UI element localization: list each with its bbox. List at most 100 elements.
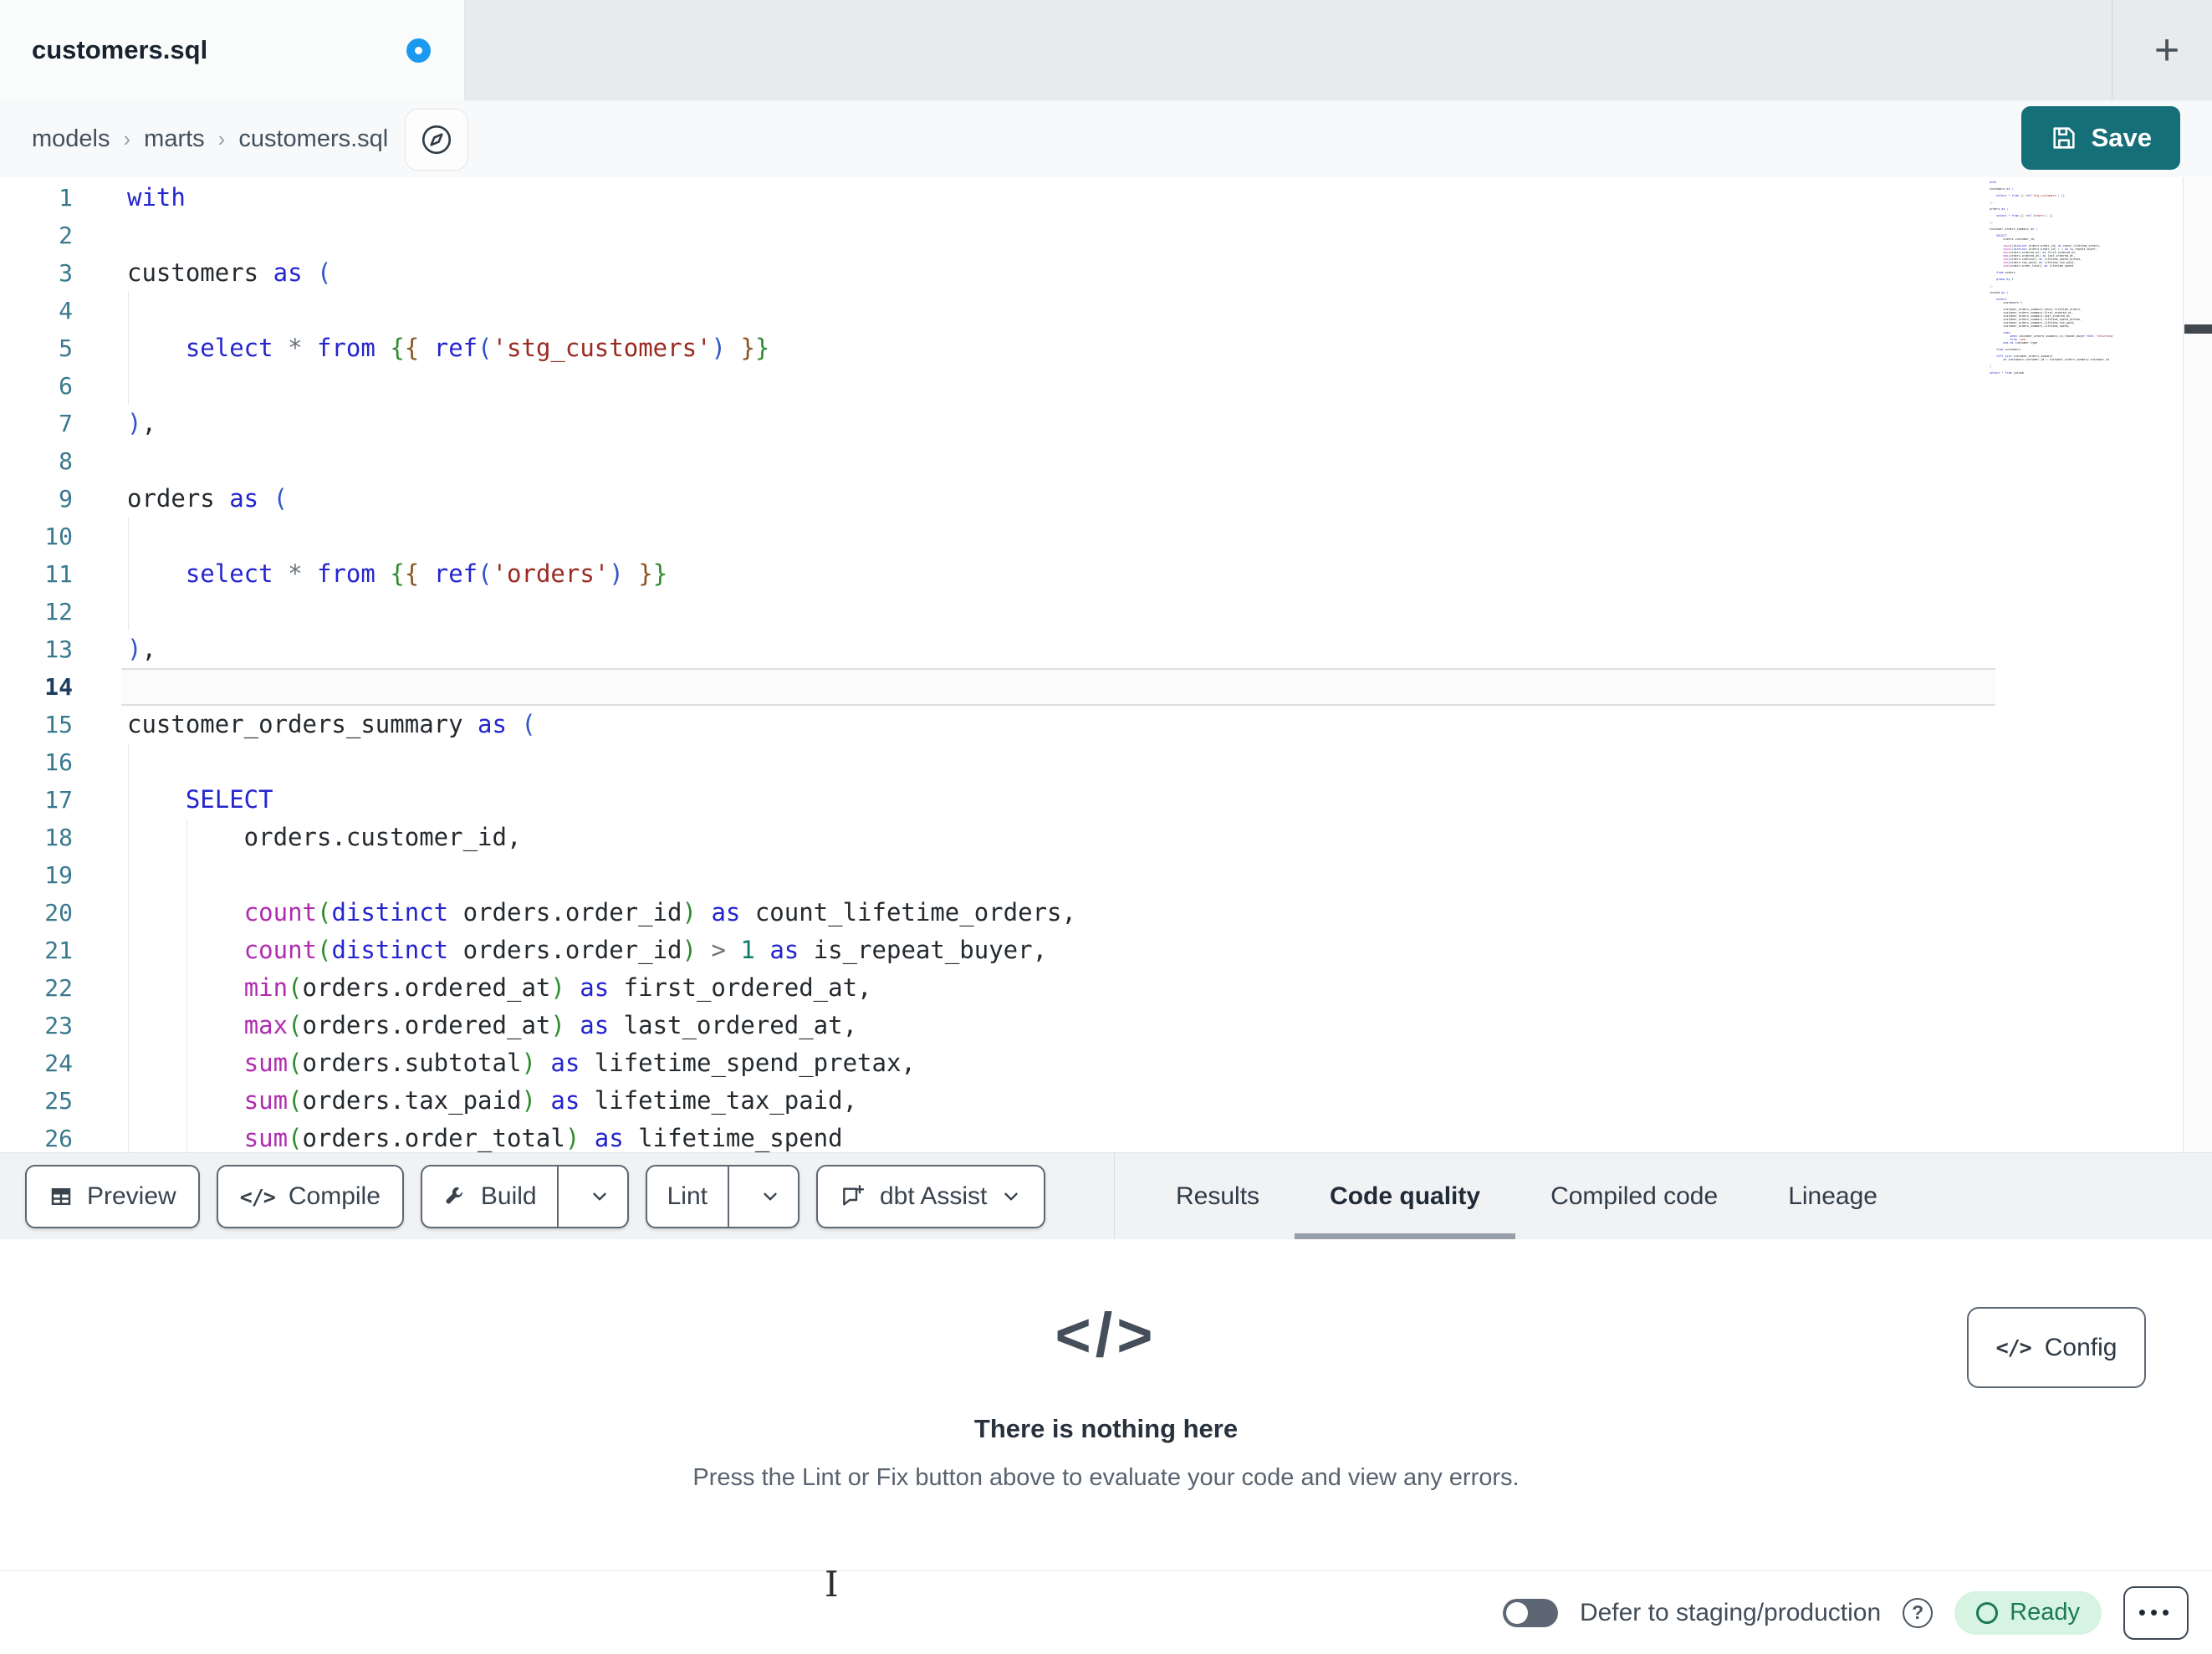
config-label: Config xyxy=(2044,1333,2117,1361)
breadcrumb-item-models[interactable]: models xyxy=(32,125,110,153)
code-line-10[interactable]: 10 xyxy=(0,518,2183,555)
config-button[interactable]: </> Config xyxy=(1967,1307,2146,1388)
line-number: 1 xyxy=(59,184,73,212)
empty-state: </> There is nothing here Press the Lint… xyxy=(0,1299,2212,1492)
code-line-16[interactable]: 16 xyxy=(0,743,2183,781)
lint-split-button: Lint xyxy=(645,1165,799,1228)
indent-guide xyxy=(186,1007,187,1044)
build-dropdown-button[interactable] xyxy=(572,1166,627,1227)
indent-guide xyxy=(128,1120,129,1152)
code-line-17[interactable]: 17 SELECT xyxy=(0,781,2183,819)
code-line-11[interactable]: 11 select * from {{ ref('orders') }} xyxy=(0,555,2183,593)
line-number: 24 xyxy=(44,1049,73,1077)
breadcrumb-item-customers-sql[interactable]: customers.sql xyxy=(238,125,388,153)
indent-guide xyxy=(186,819,187,856)
code-lines: 1 with 2 3 customers as ( 4 5 select * from {{… xyxy=(0,179,2183,1152)
code-line-24[interactable]: 24 sum(orders.subtotal) as lifetime_spen… xyxy=(0,1044,2183,1082)
indent-guide xyxy=(128,932,129,969)
code-line-3[interactable]: 3 customers as ( xyxy=(0,254,2183,292)
new-tab-button[interactable]: + xyxy=(2138,0,2196,100)
panel-tab-lineage[interactable]: Lineage xyxy=(1788,1153,1877,1240)
indent-guide xyxy=(186,1082,187,1120)
code-line-8[interactable]: 8 xyxy=(0,442,2183,480)
indent-guide xyxy=(128,1044,129,1082)
line-number: 8 xyxy=(59,447,73,475)
code-brackets-icon: </> xyxy=(239,1184,276,1209)
indent-guide xyxy=(128,819,129,856)
overflow-menu-button[interactable]: ••• xyxy=(2123,1585,2189,1640)
breadcrumb-separator: › xyxy=(217,125,226,151)
scrollbar-thumb[interactable] xyxy=(2184,324,2212,334)
code-line-20[interactable]: 20 count(distinct orders.order_id) as co… xyxy=(0,894,2183,932)
chevron-down-icon xyxy=(759,1186,781,1207)
indent-guide xyxy=(128,856,129,894)
save-button[interactable]: Save xyxy=(2020,106,2180,170)
indent-guide xyxy=(128,593,129,630)
defer-toggle[interactable] xyxy=(1502,1598,1558,1627)
panel-tab-compiled-code[interactable]: Compiled code xyxy=(1550,1153,1718,1240)
line-number: 3 xyxy=(59,259,73,287)
indent-guide xyxy=(186,856,187,894)
code-line-2[interactable]: 2 xyxy=(0,217,2183,254)
indent-guide xyxy=(186,1044,187,1082)
indent-guide xyxy=(128,894,129,932)
save-label: Save xyxy=(2091,123,2152,152)
indent-guide xyxy=(186,1120,187,1152)
code-editor[interactable]: 1 with 2 3 customers as ( 4 5 select * from {{… xyxy=(0,177,2212,1152)
line-number: 25 xyxy=(44,1087,73,1115)
lint-dropdown-button[interactable] xyxy=(743,1166,798,1227)
code-line-18[interactable]: 18 orders.customer_id, xyxy=(0,819,2183,856)
line-number: 23 xyxy=(44,1012,73,1039)
indent-guide xyxy=(128,367,129,405)
defer-label: Defer to staging/production xyxy=(1579,1598,1882,1626)
line-number: 6 xyxy=(59,372,73,400)
preview-button[interactable]: Preview xyxy=(25,1165,200,1228)
code-line-9[interactable]: 9 orders as ( xyxy=(0,480,2183,518)
code-line-15[interactable]: 15 customer_orders_summary as ( xyxy=(0,706,2183,743)
status-ring-icon xyxy=(1976,1601,1999,1624)
code-line-7[interactable]: 7), xyxy=(0,405,2183,442)
code-line-6[interactable]: 6 xyxy=(0,367,2183,405)
build-button[interactable]: Build xyxy=(422,1166,559,1227)
code-line-12[interactable]: 12 xyxy=(0,593,2183,630)
breadcrumb-item-marts[interactable]: marts xyxy=(144,125,205,153)
line-number: 4 xyxy=(59,297,73,324)
breadcrumb: models › marts › customers.sql xyxy=(32,100,388,177)
question-circle-icon[interactable]: ? xyxy=(1903,1597,1934,1628)
line-number: 5 xyxy=(59,334,73,362)
lint-button[interactable]: Lint xyxy=(647,1166,729,1227)
indent-guide xyxy=(186,932,187,969)
editor-scroll-gutter xyxy=(2183,177,2212,1152)
toolbar-buttons: Preview </> Compile Build Lint dbt Assis… xyxy=(25,1165,1046,1228)
editor-minimap[interactable]: with customers as ( select * from {{ ref(… xyxy=(1990,181,2117,381)
build-label: Build xyxy=(480,1182,537,1210)
code-line-13[interactable]: 13), xyxy=(0,630,2183,668)
code-line-25[interactable]: 25 sum(orders.tax_paid) as lifetime_tax_… xyxy=(0,1082,2183,1120)
breadcrumb-separator: › xyxy=(123,125,131,151)
compile-button[interactable]: </> Compile xyxy=(216,1165,404,1228)
panel-tab-results[interactable]: Results xyxy=(1176,1153,1259,1240)
dbt-assist-label: dbt Assist xyxy=(880,1182,988,1210)
panel-tab-code-quality[interactable]: Code quality xyxy=(1295,1153,1516,1240)
status-ready-badge[interactable]: Ready xyxy=(1954,1590,2102,1635)
line-number: 19 xyxy=(44,861,73,889)
line-number: 22 xyxy=(44,974,73,1002)
code-quality-panel: </> There is nothing here Press the Lint… xyxy=(0,1239,2212,1570)
code-line-1[interactable]: 1 with xyxy=(0,179,2183,217)
code-line-26[interactable]: 26 sum(orders.order_total) as lifetime_s… xyxy=(0,1120,2183,1152)
tab-customers-sql[interactable]: customers.sql xyxy=(0,0,465,100)
code-line-23[interactable]: 23 max(orders.ordered_at) as last_ordere… xyxy=(0,1007,2183,1044)
unsaved-changes-dot-icon xyxy=(406,38,431,63)
code-line-19[interactable]: 19 xyxy=(0,856,2183,894)
code-line-4[interactable]: 4 xyxy=(0,292,2183,329)
code-line-22[interactable]: 22 min(orders.ordered_at) as first_order… xyxy=(0,969,2183,1007)
reveal-in-file-tree-button[interactable] xyxy=(405,109,468,171)
code-line-14[interactable]: 14 xyxy=(0,668,2183,706)
dbt-assist-button[interactable]: dbt Assist xyxy=(816,1165,1046,1228)
code-line-5[interactable]: 5 select * from {{ ref('stg_customers') … xyxy=(0,329,2183,367)
result-panel-tabs: Results Code quality Compiled code Lineage xyxy=(1176,1153,1877,1240)
wrench-icon xyxy=(442,1184,467,1209)
compass-icon xyxy=(419,122,454,157)
chat-sparkle-icon xyxy=(840,1183,866,1210)
code-line-21[interactable]: 21 count(distinct orders.order_id) > 1 a… xyxy=(0,932,2183,969)
